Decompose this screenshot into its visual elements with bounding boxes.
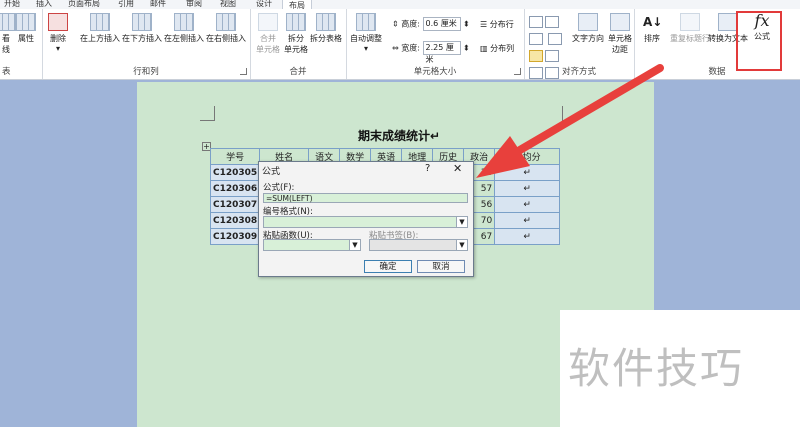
watermark-text: 软件技巧 — [568, 344, 745, 393]
